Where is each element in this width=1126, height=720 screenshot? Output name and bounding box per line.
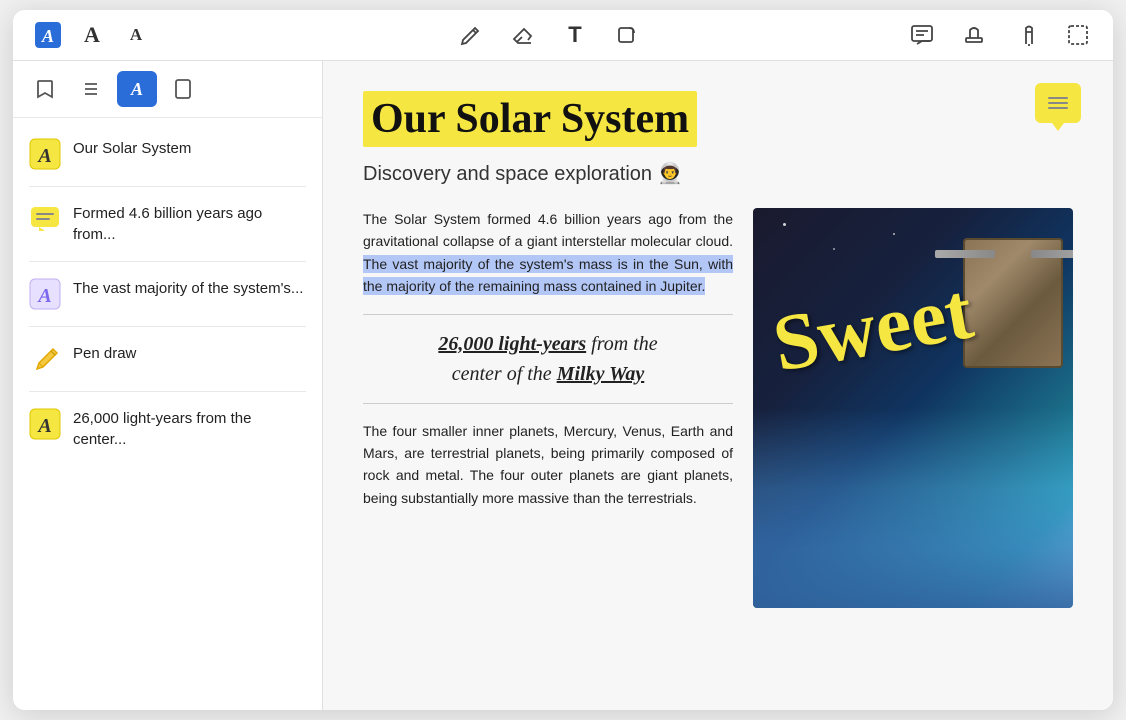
select-tool-icon[interactable] — [1063, 20, 1093, 50]
yellow-a-icon2: A — [29, 408, 61, 440]
tab-annotation[interactable]: A — [117, 71, 157, 107]
handwriting-sweet: Sweet — [768, 271, 979, 385]
main-area: A A Our Solar System — [13, 61, 1113, 710]
doc-quote-block: 26,000 light-years from the center of th… — [363, 314, 733, 404]
divider — [29, 326, 306, 327]
doc-title-area: Our Solar System — [363, 91, 1073, 153]
svg-text:A: A — [36, 145, 51, 167]
sidebar-item-text: Formed 4.6 billion years ago from... — [73, 203, 306, 245]
sidebar-item-text: The vast majority of the system's... — [73, 278, 306, 299]
comment-icon — [29, 203, 61, 235]
app-window: A A A T — [13, 10, 1113, 710]
doc-para-1: The Solar System formed 4.6 billion year… — [363, 208, 733, 298]
sidebar-tabs: A — [13, 61, 322, 118]
earth-image — [753, 408, 1073, 608]
sidebar-item-text: Pen draw — [73, 343, 306, 364]
list-item[interactable]: Pen draw — [13, 331, 322, 387]
font-a-small-icon[interactable]: A — [121, 20, 151, 50]
divider — [29, 261, 306, 262]
doc-text-column: The Solar System formed 4.6 billion year… — [363, 208, 733, 608]
highlighted-text: The vast majority of the system's mass i… — [363, 255, 733, 295]
doc-content-row: The Solar System formed 4.6 billion year… — [363, 208, 1073, 608]
list-item[interactable]: A 26,000 light-years from the center... — [13, 396, 322, 462]
sidebar: A A Our Solar System — [13, 61, 323, 710]
font-main-icon[interactable]: A — [33, 20, 63, 50]
document-area: Our Solar System Discovery and space exp… — [323, 61, 1113, 710]
pencil-draw-icon[interactable] — [456, 20, 486, 50]
svg-text:A: A — [36, 285, 51, 307]
svg-text:A: A — [36, 415, 51, 437]
tab-bookmark[interactable] — [25, 71, 65, 107]
list-item[interactable]: A Our Solar System — [13, 126, 322, 182]
doc-subtitle: Discovery and space exploration 👨‍🚀 — [363, 161, 1073, 186]
pen-tool-icon[interactable] — [1011, 20, 1041, 50]
divider — [29, 186, 306, 187]
toolbar: A A A T — [13, 10, 1113, 61]
toolbar-right — [907, 20, 1093, 50]
comment-tool-icon[interactable] — [907, 20, 937, 50]
svg-text:A: A — [41, 26, 54, 46]
shape-tool-icon[interactable] — [612, 20, 642, 50]
comment-lines-icon — [1048, 97, 1068, 109]
space-image: Sweet — [753, 208, 1073, 608]
font-a-large-icon[interactable]: A — [77, 20, 107, 50]
quote-center: center of the — [452, 363, 557, 385]
quote-from: from the — [591, 333, 657, 355]
tab-list[interactable] — [71, 71, 111, 107]
list-item[interactable]: Formed 4.6 billion years ago from... — [13, 191, 322, 257]
toolbar-left: A A A — [33, 20, 151, 50]
tab-page[interactable] — [163, 71, 203, 107]
toolbar-center: T — [209, 20, 889, 50]
eraser-icon[interactable] — [508, 20, 538, 50]
stamp-tool-icon[interactable] — [959, 20, 989, 50]
sidebar-items: A Our Solar System — [13, 118, 322, 710]
pencil-sidebar-icon — [29, 343, 61, 375]
sidebar-item-text: 26,000 light-years from the center... — [73, 408, 306, 450]
quote-main: 26,000 light-years — [438, 333, 586, 355]
text-tool-icon[interactable]: T — [560, 20, 590, 50]
doc-image-column: Sweet — [753, 208, 1073, 608]
doc-para-2: The four smaller inner planets, Mercury,… — [363, 420, 733, 510]
divider — [29, 391, 306, 392]
doc-quote-text: 26,000 light-years from the center of th… — [363, 329, 733, 389]
quote-milkyway: Milky Way — [557, 363, 645, 385]
list-item[interactable]: A The vast majority of the system's... — [13, 266, 322, 322]
sidebar-item-text: Our Solar System — [73, 138, 306, 159]
doc-title: Our Solar System — [363, 91, 697, 147]
comment-bubble[interactable] — [1035, 83, 1081, 123]
purple-a-icon: A — [29, 278, 61, 310]
yellow-a-icon: A — [29, 138, 61, 170]
